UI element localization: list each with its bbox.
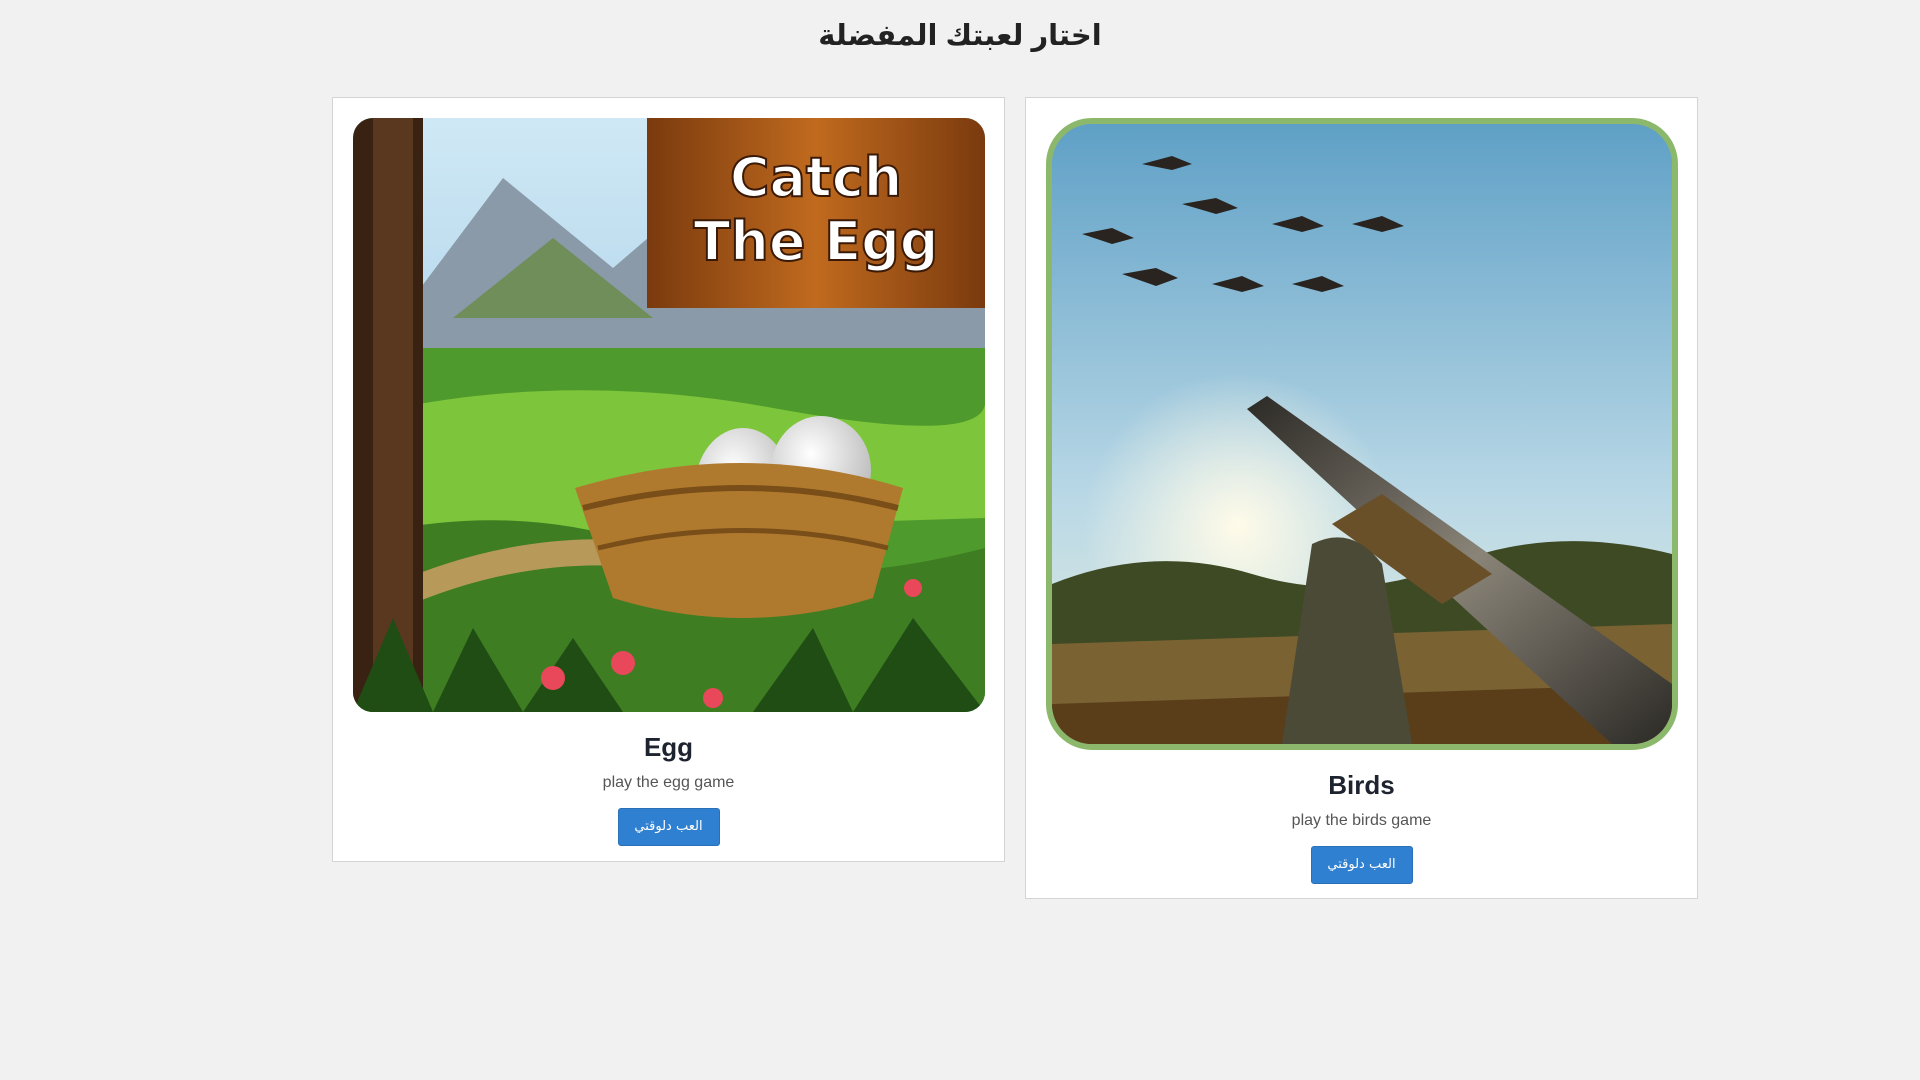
sign-line-1: Catch	[729, 146, 901, 209]
game-card-birds: Birds play the birds game العب دلوقتي	[1025, 97, 1698, 899]
game-title: Birds	[1328, 770, 1395, 800]
game-title: Egg	[643, 732, 694, 762]
birds-game-image[interactable]	[1045, 118, 1678, 750]
play-birds-button[interactable]: العب دلوقتي	[1310, 846, 1413, 884]
game-card-egg: Catch The Egg Egg play the egg game العب…	[332, 97, 1005, 862]
play-egg-button[interactable]: العب دلوقتي	[617, 808, 720, 846]
sign-line-2: The Egg	[693, 210, 938, 273]
game-description: play the egg game	[602, 774, 735, 791]
egg-game-image[interactable]: Catch The Egg	[352, 118, 985, 712]
game-description: play the birds game	[1291, 812, 1432, 829]
page-title: اختار لعبتك المفضلة	[818, 20, 1102, 52]
